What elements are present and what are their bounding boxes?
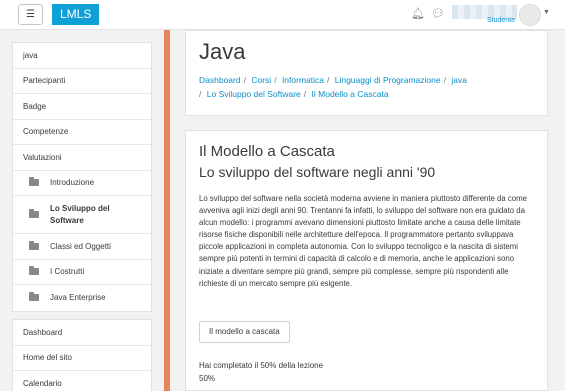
folder-icon: [29, 209, 39, 218]
sidebar-section-constructs[interactable]: I Costrutti: [13, 260, 151, 285]
menu-icon: ☰: [26, 9, 35, 20]
sidebar-item-badges[interactable]: Badge: [13, 94, 151, 120]
course-sidebar: java Partecipanti Badge Competenze Valut…: [12, 42, 152, 312]
lesson-subtitle: Lo sviluppo del software negli anni '90: [199, 164, 436, 180]
sidebar-section-classes-objects[interactable]: Classi ed Oggetti: [13, 234, 151, 260]
sidebar-item-grades[interactable]: Valutazioni: [13, 145, 151, 171]
folder-icon: [29, 177, 39, 187]
page-title: Java: [199, 39, 246, 64]
sidebar-section-java-enterprise[interactable]: Java Enterprise: [13, 285, 151, 311]
sidebar-item-dashboard[interactable]: Dashboard: [13, 320, 151, 346]
sidebar-drawer-divider: [164, 30, 170, 391]
sidebar-item-site-home[interactable]: Home del sito: [13, 346, 151, 371]
breadcrumb-item[interactable]: Il Modello a Cascata: [312, 89, 389, 99]
sidebar-section-introduction[interactable]: Introduzione: [13, 171, 151, 196]
folder-icon: [29, 240, 39, 250]
folder-icon: [29, 266, 39, 276]
site-sidebar: Dashboard Home del sito Calendario: [12, 319, 152, 391]
sidebar-section-software-development[interactable]: Lo Sviluppo del Software: [13, 196, 151, 234]
caret-down-icon[interactable]: ▼: [543, 9, 550, 16]
cascade-model-button[interactable]: Il modello a cascata: [199, 321, 290, 343]
top-navbar: ☰ LMLS 🔔︎ 💬︎ Studente ▼: [0, 0, 565, 30]
menu-toggle-button[interactable]: ☰: [18, 4, 43, 25]
breadcrumb-item[interactable]: java: [451, 75, 467, 85]
breadcrumb-item[interactable]: Linguaggi di Programazione: [335, 75, 441, 85]
breadcrumb-item[interactable]: Corsi: [251, 75, 271, 85]
progress-value: 50%: [199, 374, 216, 383]
lesson-content: Il Modello a Cascata Lo sviluppo del sof…: [185, 130, 548, 391]
sidebar-item-java[interactable]: java: [13, 43, 151, 69]
chat-icon[interactable]: 💬︎: [431, 7, 445, 20]
sidebar-item-competencies[interactable]: Competenze: [13, 120, 151, 145]
site-brand[interactable]: LMLS: [52, 4, 100, 25]
bell-icon[interactable]: 🔔︎: [411, 7, 425, 20]
breadcrumb: Dashboard / Corsi / Informatica / Linguaggi…: [199, 75, 467, 99]
lesson-title: Il Modello a Cascata: [199, 143, 335, 160]
lesson-paragraph: Lo sviluppo del software nella società m…: [199, 194, 527, 288]
sidebar-item-calendar[interactable]: Calendario: [13, 371, 151, 391]
breadcrumb-item[interactable]: Informatica: [282, 75, 324, 85]
breadcrumb-item[interactable]: Dashboard: [199, 75, 241, 85]
folder-icon: [29, 292, 39, 302]
breadcrumb-item[interactable]: Lo Sviluppo del Software: [207, 89, 301, 99]
progress-text: Hai completato il 50% della lezione: [199, 361, 324, 370]
avatar[interactable]: [519, 4, 541, 26]
user-role[interactable]: Studente: [487, 17, 515, 24]
page-header: Java Dashboard / Corsi / Informatica / Ling…: [185, 30, 548, 116]
sidebar-item-participants[interactable]: Partecipanti: [13, 69, 151, 94]
